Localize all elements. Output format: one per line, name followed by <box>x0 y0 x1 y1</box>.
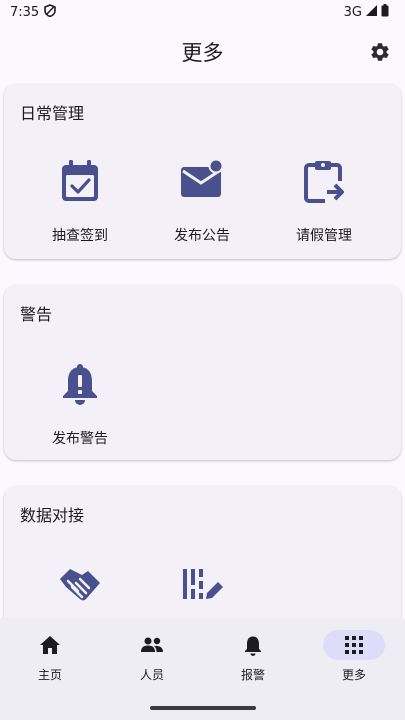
page-title: 更多 <box>181 41 224 65</box>
nav-pill <box>121 630 183 660</box>
signal-icon <box>365 4 378 21</box>
shield-icon <box>44 3 57 21</box>
nav-item-personnel[interactable]: 人员 <box>102 630 202 690</box>
tile-publish-alert[interactable]: 发布警告 <box>20 362 140 460</box>
status-right: 3G <box>343 3 389 21</box>
gear-icon <box>371 43 389 61</box>
tile-label: 发布警告 <box>52 431 108 447</box>
battery-icon <box>381 3 389 21</box>
people-icon <box>141 637 163 652</box>
nav-pill-active <box>323 630 385 660</box>
tile-label: 请假管理 <box>296 228 352 244</box>
tile-publish-notice[interactable]: 发布公告 <box>142 159 262 259</box>
bottom-navigation: 主页 人员 报警 更多 <box>0 618 405 720</box>
grid-icon <box>345 636 363 654</box>
status-time: 7:35 <box>10 4 40 20</box>
card-daily-management: 日常管理 抽查签到 发布公告 请假管理 <box>4 84 401 259</box>
bell-icon <box>245 636 261 656</box>
card-alert: 警告 发布警告 <box>4 285 401 460</box>
calendar-check-icon <box>58 159 102 203</box>
section-title: 警告 <box>20 305 53 324</box>
handshake-icon <box>58 563 102 607</box>
nav-label: 人员 <box>139 668 164 682</box>
mail-badge-icon <box>180 159 224 203</box>
home-icon <box>40 636 60 654</box>
nav-label: 主页 <box>37 668 62 682</box>
settings-button[interactable] <box>367 39 393 65</box>
section-title: 数据对接 <box>20 506 85 525</box>
clipboard-arrow-icon <box>302 159 346 203</box>
nav-pill <box>19 630 81 660</box>
bell-alert-icon <box>58 362 102 406</box>
nav-item-more[interactable]: 更多 <box>304 630 404 690</box>
tile-leave-management[interactable]: 请假管理 <box>264 159 384 259</box>
nav-item-alarm[interactable]: 报警 <box>203 630 303 690</box>
status-bar: 7:35 3G <box>0 0 405 24</box>
section-title: 日常管理 <box>20 104 85 123</box>
tile-label: 发布公告 <box>174 228 230 244</box>
status-left: 7:35 <box>10 3 57 21</box>
nav-label: 更多 <box>341 668 366 682</box>
nav-label: 报警 <box>240 668 265 682</box>
nav-item-home[interactable]: 主页 <box>0 630 100 690</box>
tile-label: 抽查签到 <box>52 228 108 244</box>
app-bar: 更多 <box>0 30 405 74</box>
signature-icon <box>180 563 224 607</box>
home-indicator[interactable] <box>150 706 256 710</box>
nav-pill <box>222 630 284 660</box>
tile-spot-check-signin[interactable]: 抽查签到 <box>20 159 140 259</box>
network-type: 3G <box>343 4 362 20</box>
